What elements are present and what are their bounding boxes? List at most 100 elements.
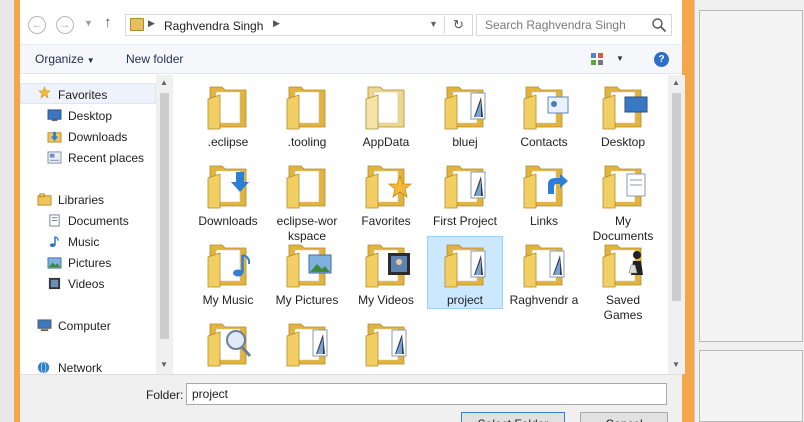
hidden-folder-icon <box>365 86 405 130</box>
contacts-folder-icon <box>523 86 569 130</box>
folder-item-label: Desktop <box>600 135 646 149</box>
folder-item[interactable]: project <box>427 236 503 309</box>
folder-name-field[interactable] <box>186 383 667 405</box>
view-dropdown-icon[interactable]: ▼ <box>616 54 624 63</box>
folder-item-label: My Videos <box>358 293 414 307</box>
pictures-icon <box>47 257 62 269</box>
scroll-down-icon[interactable]: ▼ <box>160 360 168 369</box>
folder-view: .eclipse .tooling AppData bluej Contacts Desk… <box>174 75 668 374</box>
search-box[interactable] <box>476 14 672 36</box>
folder-item[interactable]: .tooling <box>269 79 345 150</box>
scroll-up-icon[interactable]: ▲ <box>160 78 168 87</box>
folder-item[interactable]: My Documents <box>585 158 661 244</box>
chevron-down-icon: ▼ <box>86 56 95 65</box>
nav-item-music[interactable]: Music <box>68 235 99 249</box>
folder-item[interactable]: Raghvendr a <box>506 237 582 308</box>
folder-view-scrollbar[interactable]: ▲ ▼ <box>668 75 685 374</box>
folder-item-label: .tooling <box>287 135 327 149</box>
folder-icon <box>286 86 326 130</box>
downloads-icon <box>47 131 62 143</box>
navigation-pane: Favorites Desktop Downloads Recent place… <box>20 75 176 374</box>
background-panel-top <box>699 10 803 342</box>
folder-item-label: bluej <box>452 135 478 149</box>
refresh-icon[interactable]: ↻ <box>444 16 472 34</box>
search-icon[interactable] <box>651 17 667 33</box>
nav-item-recent-places[interactable]: Recent places <box>68 151 144 165</box>
favorites-folder-icon <box>365 165 413 209</box>
folder-item-label: Raghvendr a <box>509 293 579 307</box>
libraries-icon <box>37 193 52 206</box>
folder-item-label: Contacts <box>520 135 568 149</box>
scrollbar-thumb[interactable] <box>672 93 681 301</box>
help-icon[interactable]: ? <box>654 52 669 67</box>
organize-menu-button[interactable]: Organize ▼ <box>35 52 95 66</box>
folder-item[interactable]: eclipse-wor kspace <box>269 158 345 244</box>
folder-item[interactable]: AppData <box>348 79 424 150</box>
nav-item-computer[interactable]: Computer <box>58 319 111 333</box>
cancel-button[interactable]: Cancel <box>580 412 668 422</box>
folder-item[interactable]: bluej <box>427 79 503 150</box>
path-dropdown-icon[interactable]: ▼ <box>422 19 444 33</box>
nav-item-favorites[interactable]: Favorites <box>58 88 107 102</box>
music-icon <box>49 236 59 248</box>
computer-icon <box>37 319 52 332</box>
doc-folder-icon <box>365 323 407 367</box>
breadcrumb-chevron-icon[interactable]: ▶ <box>273 18 280 29</box>
folder-item-label: My Music <box>202 293 254 307</box>
folder-item-label: AppData <box>362 135 410 149</box>
scrollbar-thumb[interactable] <box>160 93 169 339</box>
folder-icon <box>207 86 247 130</box>
nav-item-videos[interactable]: Videos <box>68 277 104 291</box>
doc-folder-icon <box>444 244 486 288</box>
videos-icon <box>48 277 61 290</box>
nav-item-libraries[interactable]: Libraries <box>58 193 104 207</box>
new-folder-button[interactable]: New folder <box>126 52 183 66</box>
folder-item[interactable]: Saved Games <box>585 237 661 323</box>
nav-item-network[interactable]: Network <box>58 361 102 374</box>
folder-item[interactable]: TeFinalTh <box>269 316 345 374</box>
folder-item-label: First Project <box>432 214 497 228</box>
view-options-icon[interactable] <box>590 52 604 66</box>
folder-item[interactable]: TeFinalTh <box>348 316 424 374</box>
folder-item[interactable]: My Music <box>190 237 266 308</box>
folder-icon <box>286 165 326 209</box>
folder-item[interactable]: Contacts <box>506 79 582 150</box>
organize-label: Organize <box>35 52 84 66</box>
folder-item[interactable]: Links <box>506 158 582 229</box>
folder-item[interactable]: My Pictures <box>269 237 345 308</box>
forward-arrow-icon[interactable]: → <box>56 16 74 34</box>
documents-icon <box>49 214 60 227</box>
folder-item-label: .eclipse <box>207 135 249 149</box>
search-input[interactable] <box>477 15 647 35</box>
folder-item[interactable]: Desktop <box>585 79 661 150</box>
star-icon <box>38 86 51 99</box>
desktop-icon <box>47 109 62 122</box>
select-folder-button[interactable]: Select Folder <box>461 412 565 422</box>
path-box[interactable]: ▶ Raghvendra Singh ▶ ▼ ↻ <box>125 14 473 36</box>
folder-item[interactable]: My Videos <box>348 237 424 308</box>
games-folder-icon <box>602 244 643 288</box>
folder-item[interactable]: First Project <box>427 158 503 229</box>
navigation-scrollbar[interactable]: ▲ ▼ <box>156 75 173 374</box>
nav-item-pictures[interactable]: Pictures <box>68 256 111 270</box>
doc-folder-icon <box>444 86 486 130</box>
network-icon <box>38 361 50 374</box>
back-arrow-icon[interactable]: ← <box>28 16 46 34</box>
scroll-up-icon[interactable]: ▲ <box>672 78 680 87</box>
nav-item-documents[interactable]: Documents <box>68 214 129 228</box>
folder-item[interactable]: Searches <box>190 316 266 374</box>
breadcrumb[interactable]: Raghvendra Singh <box>164 19 263 33</box>
folder-item[interactable]: Downloads <box>190 158 266 229</box>
path-separator-icon[interactable]: ▶ <box>148 18 155 29</box>
up-arrow-icon[interactable]: ↑ <box>104 14 112 31</box>
folder-item[interactable]: .eclipse <box>190 79 266 150</box>
doc-folder-icon <box>286 323 328 367</box>
dialog-footer: Folder: Select Folder Cancel <box>20 374 682 422</box>
pictures-folder-icon <box>286 244 332 288</box>
nav-item-desktop[interactable]: Desktop <box>68 109 112 123</box>
scroll-down-icon[interactable]: ▼ <box>672 360 680 369</box>
background-window-right <box>694 0 804 422</box>
folder-item[interactable]: Favorites <box>348 158 424 229</box>
nav-item-downloads[interactable]: Downloads <box>68 130 127 144</box>
chevron-down-icon[interactable]: ▼ <box>84 18 93 28</box>
